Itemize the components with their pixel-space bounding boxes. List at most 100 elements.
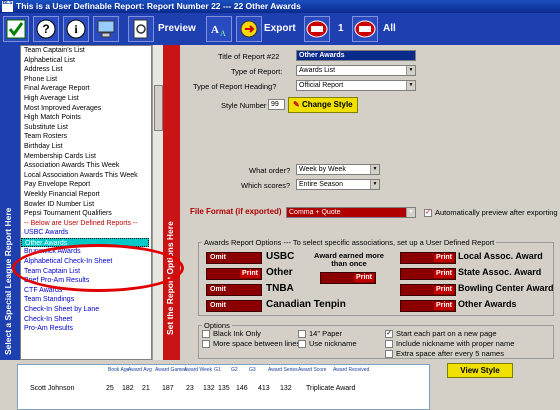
export-icon-button[interactable] (236, 16, 262, 42)
preview-cell: 182 (122, 385, 134, 392)
report-list-item[interactable]: USBC Awards (21, 228, 151, 238)
report-list-item[interactable]: Substitute List (21, 123, 151, 133)
award-toggle-label: Print (434, 254, 454, 262)
chevron-down-icon[interactable]: ▼ (406, 208, 415, 217)
print-all-button[interactable]: All (383, 16, 396, 42)
print-one-icon-button[interactable] (304, 16, 330, 42)
option-checkbox[interactable] (202, 330, 210, 338)
view-style-button[interactable]: View Style (447, 363, 513, 378)
option-checkbox[interactable] (202, 340, 210, 348)
report-list-item[interactable]: Bowler ID Number List (21, 200, 151, 210)
option-checkbox[interactable] (298, 340, 306, 348)
report-list-item[interactable]: Most Improved Averages (21, 104, 151, 114)
chevron-down-icon[interactable]: ▼ (370, 180, 379, 189)
report-list-item[interactable]: Check-In Sheet (21, 315, 151, 325)
font-size-icon: AA (211, 24, 226, 38)
scrollbar-thumb[interactable] (154, 85, 163, 131)
heading-select[interactable]: Official Report ▼ (296, 80, 416, 91)
option-checkbox[interactable] (298, 330, 306, 338)
computer-button[interactable] (93, 16, 119, 42)
type-select[interactable]: Awards List ▼ (296, 65, 416, 76)
file-format-label: File Format (if exported) (190, 207, 282, 216)
report-list-item[interactable]: Local Association Awards This Week (21, 171, 151, 181)
printer-icon (306, 20, 328, 38)
checkmark-button[interactable] (3, 16, 29, 42)
style-number-input[interactable]: 99 (268, 99, 285, 110)
report-list-item[interactable]: Address List (21, 65, 151, 75)
svg-text:?: ? (42, 22, 49, 36)
chevron-down-icon[interactable]: ▼ (370, 165, 379, 174)
option-checkbox[interactable]: ✓ (385, 330, 393, 338)
preview-cell: Scott Johnson (30, 385, 75, 392)
info-button[interactable]: i (63, 16, 89, 42)
report-list-item[interactable]: High Average List (21, 94, 151, 104)
preview-cell: 25 (106, 385, 114, 392)
print-all-icon-button[interactable] (352, 16, 378, 42)
preview-paper: Book Age Award Avg Award Games Award Week G1… (17, 364, 430, 410)
award-toggle-3[interactable]: Omit (206, 300, 262, 312)
preview-cell: 21 (142, 385, 150, 392)
report-list-item[interactable]: Pro-Am Results (21, 324, 151, 334)
which-scores-select[interactable]: Entire Season ▼ (296, 179, 380, 190)
award-name: Other (266, 267, 293, 278)
report-list-scrollbar[interactable] (152, 45, 163, 360)
change-style-button[interactable]: ✎ Change Style (288, 97, 358, 113)
report-list-item[interactable]: High Match Points (21, 113, 151, 123)
file-format-select[interactable]: Comma + Quote ▼ (286, 207, 416, 218)
report-list-item[interactable]: Final Average Report (21, 84, 151, 94)
chevron-down-icon[interactable]: ▼ (406, 66, 415, 75)
style-number-label: Style Number (221, 101, 267, 110)
title-input[interactable]: Other Awards (296, 50, 416, 61)
award-toggle-right-2[interactable]: Print (400, 284, 456, 296)
report-list-item[interactable]: Alphabetical List (21, 56, 151, 66)
awards-group-title: Awards Report Options --- To select spec… (202, 238, 497, 247)
report-list[interactable]: Team Captain's List Alphabetical List Addr… (20, 45, 152, 360)
magnifier-page-icon (133, 19, 148, 39)
which-scores-label: Which scores? (241, 181, 291, 190)
preview-button[interactable]: Preview (158, 16, 196, 42)
report-list-item[interactable]: -- Below are User Defined Reports -- (21, 219, 151, 229)
award-toggle-right-3[interactable]: Print (400, 300, 456, 312)
award-toggle-1[interactable]: Print (206, 268, 262, 280)
help-icon: ? (36, 19, 56, 39)
help-button[interactable]: ? (33, 16, 59, 42)
type-label: Type of Report: (231, 67, 283, 76)
report-list-item[interactable]: Birthday List (21, 142, 151, 152)
auto-preview-checkbox[interactable]: ✓ (424, 209, 432, 217)
report-list-item[interactable]: Phone List (21, 75, 151, 85)
award-name: USBC (266, 251, 295, 262)
award-toggle-0[interactable]: Omit (206, 252, 262, 264)
preview-header: G2 (231, 367, 238, 373)
report-list-item[interactable]: Team Standings (21, 295, 151, 305)
preview-icon-button[interactable] (128, 16, 154, 42)
option-label: Extra space after every 5 names (396, 349, 504, 358)
report-list-item[interactable]: Membership Cards List (21, 152, 151, 162)
chevron-down-icon[interactable]: ▼ (406, 81, 415, 90)
preview-cell: 413 (258, 385, 270, 392)
preview-header: Award Score (298, 367, 327, 373)
report-list-item[interactable]: Weekly Financial Report (21, 190, 151, 200)
print-one-button[interactable]: 1 (338, 16, 344, 42)
option-checkbox[interactable] (385, 340, 393, 348)
report-list-item[interactable]: Check-In Sheet by Lane (21, 305, 151, 315)
svg-text:A: A (220, 29, 226, 38)
title-label: Title of Report #22 (218, 52, 280, 61)
award-toggle-right-1[interactable]: Print (400, 268, 456, 280)
report-list-item[interactable]: Association Awards This Week (21, 161, 151, 171)
report-list-item[interactable]: Team Captain's List (21, 46, 151, 56)
font-button[interactable]: AA (206, 16, 232, 42)
award-toggle-label: Omit (210, 254, 226, 261)
award-toggle-2[interactable]: Omit (206, 284, 262, 296)
export-button[interactable]: Export (264, 16, 296, 42)
app-logo: BLS (2, 0, 13, 12)
what-order-select[interactable]: Week by Week ▼ (296, 164, 380, 175)
checkmark-icon (6, 19, 26, 39)
title-bar: BLS This is a User Definable Report: Rep… (0, 0, 560, 13)
report-list-item[interactable]: Pay Envelope Report (21, 180, 151, 190)
report-list-item[interactable]: Pepsi Tournament Qualifiers (21, 209, 151, 219)
option-checkbox[interactable] (385, 350, 393, 358)
award-earned-toggle[interactable]: Print (320, 272, 376, 284)
preview-cell: 132 (203, 385, 215, 392)
award-toggle-right-0[interactable]: Print (400, 252, 456, 264)
report-list-item[interactable]: Team Rosters (21, 132, 151, 142)
